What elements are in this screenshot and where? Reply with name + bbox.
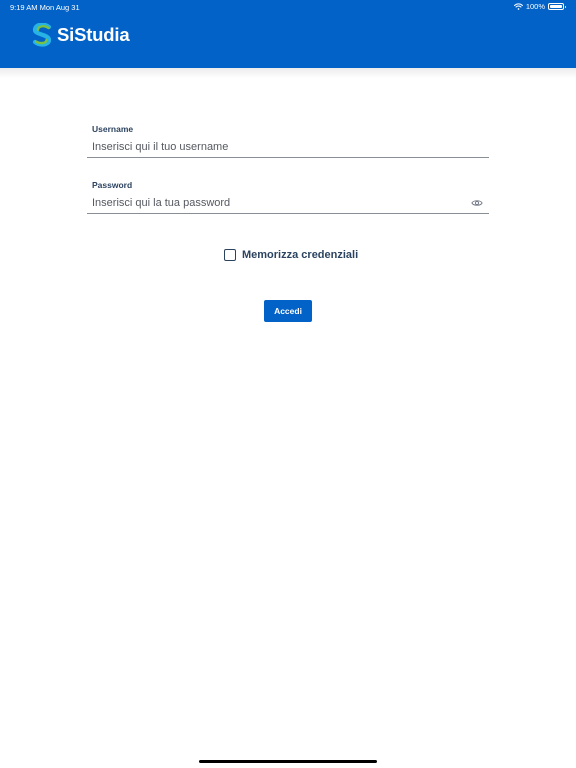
- battery-percent: 100%: [525, 2, 545, 11]
- remember-credentials[interactable]: Memorizza credenziali: [224, 249, 358, 261]
- status-indicators: 100%: [513, 2, 566, 11]
- sistudia-s-logo-icon: [32, 23, 52, 47]
- username-input[interactable]: [87, 136, 489, 158]
- status-time-date: 9:19 AM Mon Aug 31: [10, 3, 80, 12]
- battery-fill: [550, 5, 562, 8]
- username-field-group: Username: [87, 124, 489, 164]
- header-shadow: [0, 68, 576, 78]
- eye-icon[interactable]: [471, 198, 483, 208]
- username-label: Username: [92, 124, 134, 134]
- app-name: SiStudia: [57, 24, 130, 45]
- login-button[interactable]: Accedi: [264, 300, 312, 322]
- battery-icon: [548, 3, 566, 10]
- app-header: 9:19 AM Mon Aug 31 100% SiStudia: [0, 0, 576, 68]
- remember-label: Memorizza credenziali: [242, 249, 359, 261]
- home-indicator[interactable]: [199, 760, 377, 763]
- password-label: Password: [92, 180, 133, 190]
- wifi-icon: [513, 3, 523, 10]
- password-input[interactable]: [87, 192, 489, 214]
- remember-checkbox[interactable]: [224, 249, 236, 261]
- password-field-group: Password: [87, 180, 489, 220]
- status-bar: 9:19 AM Mon Aug 31 100%: [0, 0, 576, 14]
- app-logo: SiStudia: [31, 23, 130, 47]
